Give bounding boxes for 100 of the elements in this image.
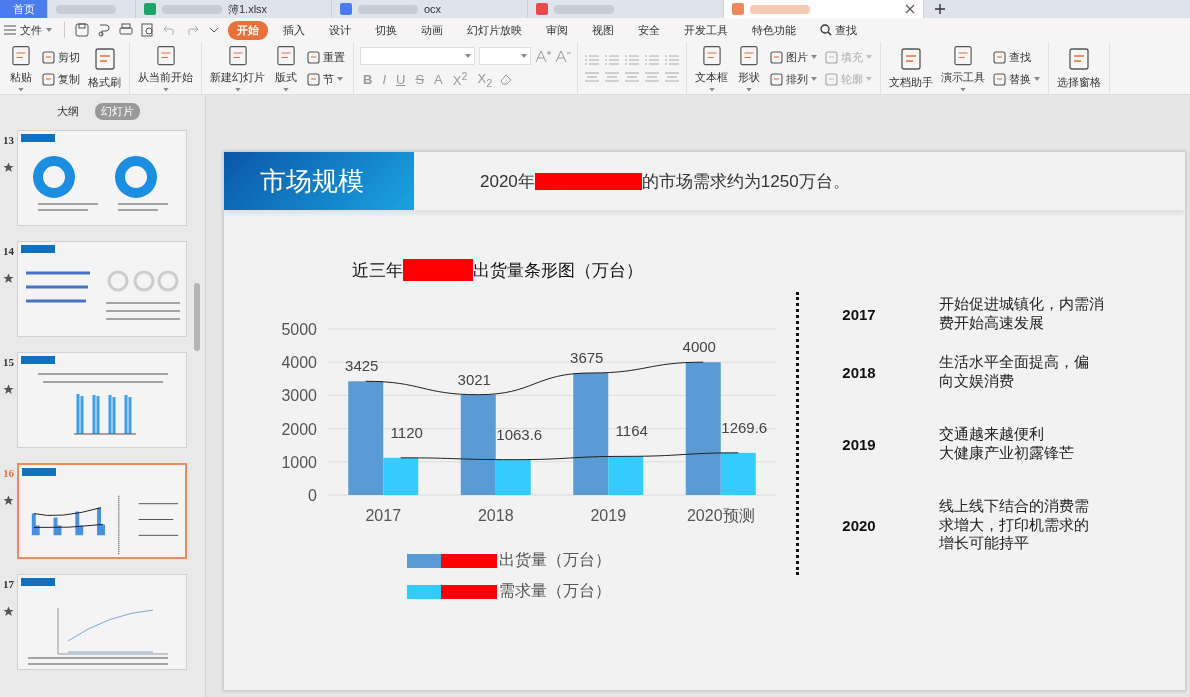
blurred-text	[750, 4, 810, 14]
plus-icon	[934, 3, 946, 15]
timeline-year: 2017	[841, 305, 877, 323]
data-label: 4000	[682, 338, 716, 356]
caret-icon	[708, 88, 715, 92]
caret-icon	[811, 55, 817, 59]
timeline-text: 线上线下结合的消费需 求增大，打印机需求的 增长可能持平	[939, 496, 1089, 554]
search-icon	[820, 24, 832, 36]
list-icon	[584, 53, 600, 66]
caret-icon	[234, 88, 241, 92]
save-icon[interactable]	[75, 23, 89, 37]
caret-icon	[465, 54, 471, 59]
subtitle-text: 的市场需求约为1250万台。	[641, 170, 850, 193]
align-icon	[644, 70, 660, 83]
chart-title: 出货量条形图（万台）	[473, 259, 643, 282]
ribbon-button[interactable]: 图片	[768, 47, 819, 67]
view-tab[interactable]: 大纲	[51, 103, 85, 120]
export-icon[interactable]	[97, 23, 111, 37]
slide-thumbnail[interactable]	[17, 241, 187, 337]
ribbon-tab[interactable]: 审阅	[537, 20, 577, 40]
slide-title: 市场规模	[224, 152, 414, 210]
thumbnail-header	[21, 356, 55, 364]
tool-icon	[825, 72, 838, 86]
caret-icon	[162, 88, 169, 92]
search-button[interactable]: 查找	[811, 20, 866, 40]
tool-icon	[1066, 46, 1092, 72]
ribbon-button[interactable]: 演示工具	[939, 44, 987, 92]
undo-icon[interactable]	[163, 23, 177, 37]
ribbon-button[interactable]: 选择窗格	[1055, 44, 1103, 92]
caret-icon	[337, 77, 343, 81]
ribbon-button[interactable]: 节	[305, 69, 347, 89]
data-label: 3675	[570, 349, 604, 366]
redaction-block	[403, 259, 473, 281]
subtitle-text: 2020年	[480, 170, 535, 193]
axis-label: 4000	[281, 354, 317, 372]
ribbon-tab[interactable]: 幻灯片放映	[458, 20, 531, 40]
document-tab[interactable]	[724, 0, 924, 18]
align-icon	[604, 70, 620, 83]
ribbon-button[interactable]: 版式	[271, 44, 301, 92]
ribbon-button[interactable]: 复制	[40, 69, 82, 89]
timeline-year: 2019	[841, 435, 877, 453]
scrollbar-thumb[interactable]	[194, 283, 200, 351]
slide-number: 17	[3, 578, 14, 590]
slide-thumbnail[interactable]	[17, 463, 187, 559]
align-icon	[624, 70, 640, 83]
ribbon-tab[interactable]: 插入	[274, 20, 314, 40]
ribbon-button[interactable]: 排列	[768, 69, 819, 89]
axis-label: 3000	[281, 387, 317, 405]
redaction-block	[441, 584, 497, 599]
ribbon-button[interactable]: 查找	[991, 47, 1042, 67]
axis-label: 2017	[365, 507, 402, 524]
file-icon	[144, 3, 156, 15]
redo-icon[interactable]	[185, 23, 199, 37]
tool-icon	[307, 50, 320, 64]
tool-icon	[898, 46, 924, 72]
tool-icon	[307, 72, 320, 86]
caret-icon	[811, 77, 817, 81]
ribbon-tab[interactable]: 动画	[412, 20, 452, 40]
timeline-year: 2018	[841, 363, 877, 381]
font-shrink-icon	[555, 49, 571, 64]
file-menu[interactable]: 文件	[4, 22, 52, 38]
print-preview-icon[interactable]	[141, 23, 155, 37]
slide-number: 14	[3, 245, 14, 257]
ribbon-button[interactable]: 剪切	[40, 47, 82, 67]
caret-icon	[960, 88, 966, 92]
timeline-text: 生活水平全面提高，偏 向文娱消费	[939, 353, 1089, 391]
thumbnail-header	[21, 578, 55, 586]
star-icon	[3, 606, 14, 617]
caret-icon	[866, 55, 872, 59]
caret-icon	[18, 88, 24, 92]
ribbon-button[interactable]: 新建幻灯片	[208, 44, 267, 92]
ribbon-tab[interactable]: 视图	[583, 20, 623, 40]
caret-icon	[46, 28, 52, 32]
data-label: 3425	[345, 357, 379, 375]
ribbon-tab[interactable]: 设计	[320, 20, 360, 40]
legend-label: 需求量（万台）	[499, 581, 611, 601]
font-size-field[interactable]	[479, 47, 531, 66]
axis-label: 5000	[281, 321, 317, 338]
ribbon-button[interactable]: 重置	[305, 47, 347, 67]
ribbon-button[interactable]: 形状	[734, 44, 764, 92]
ribbon-tab[interactable]: 切换	[366, 20, 406, 40]
ribbon-tab[interactable]: 安全	[629, 20, 669, 40]
ribbon-button[interactable]: 格式刷	[86, 44, 123, 92]
font-name-field[interactable]	[360, 47, 475, 66]
tool-icon	[825, 50, 838, 64]
ribbon-button[interactable]: 从当前开始	[136, 44, 195, 92]
align-icon	[664, 70, 680, 83]
ribbon-button[interactable]: 粘贴	[6, 44, 36, 92]
document-tab[interactable]: 首页	[0, 0, 48, 18]
axis-label: 0	[308, 487, 317, 504]
slide-thumbnail[interactable]	[17, 574, 187, 670]
print-icon[interactable]	[119, 23, 133, 37]
slide-thumbnail[interactable]	[17, 130, 187, 226]
slide-thumbnail[interactable]	[17, 352, 187, 448]
ribbon-button[interactable]: 替换	[991, 69, 1042, 89]
ribbon-tab[interactable]: 开发工具	[675, 20, 737, 40]
data-label: 1120	[390, 423, 423, 441]
ribbon-button[interactable]: 文档助手	[887, 44, 935, 92]
ribbon-button[interactable]: 文本框	[693, 44, 730, 92]
ribbon-tab[interactable]: 特色功能	[743, 20, 805, 40]
